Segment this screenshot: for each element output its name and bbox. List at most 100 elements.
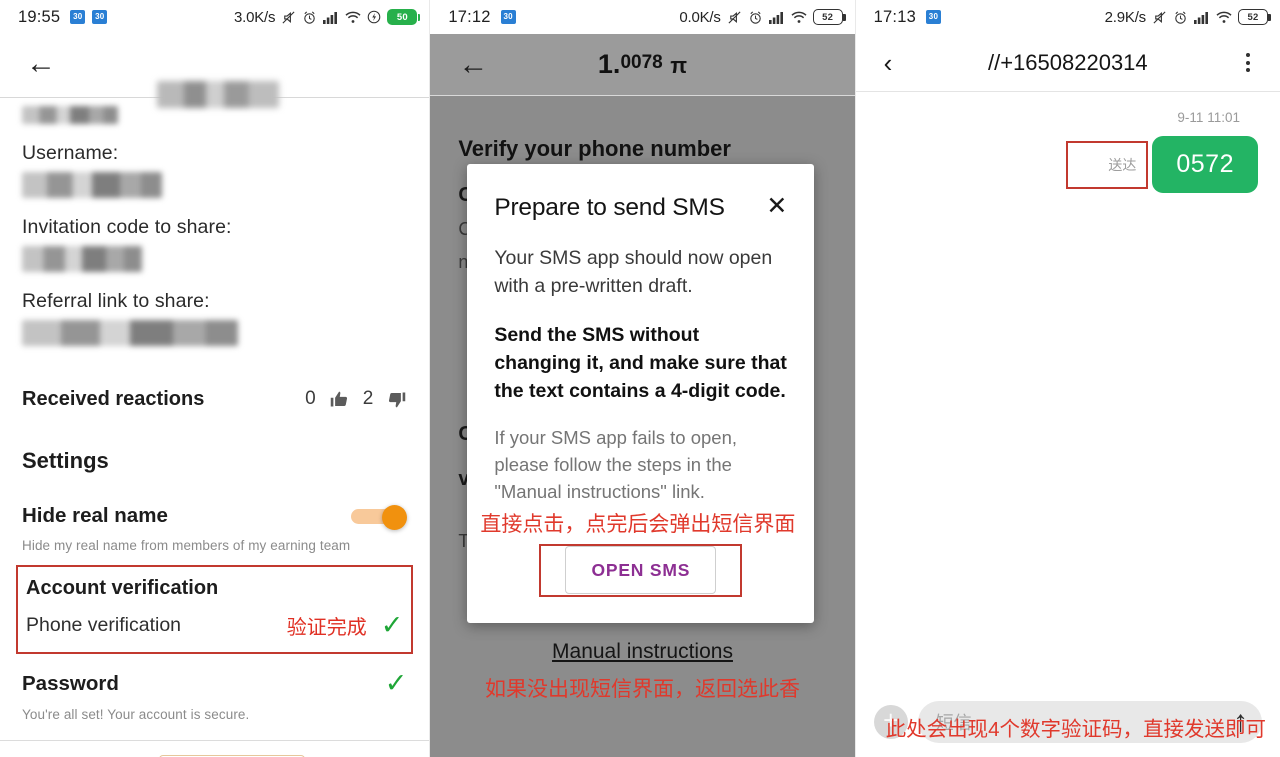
- reaction-counters: 0 2: [305, 388, 407, 410]
- notification-badge-icon: 30: [925, 10, 941, 24]
- status-time: 19:55: [18, 7, 61, 26]
- dialog-paragraph-2: Send the SMS without changing it, and ma…: [494, 323, 787, 403]
- hide-real-name-toggle[interactable]: [351, 505, 408, 530]
- field-value-redacted: [22, 172, 162, 198]
- check-icon: ✓: [384, 668, 408, 698]
- message-timestamp: 9-11 11:01: [1177, 110, 1240, 125]
- status-notification-badges: 30: [500, 10, 516, 24]
- subtitle-redacted: [22, 106, 118, 124]
- manual-instructions-link[interactable]: Manual instructions: [430, 640, 854, 664]
- check-icon: ✓: [380, 610, 404, 640]
- password-hint: You're all set! Your account is secure.: [22, 707, 250, 722]
- status-bar-middle: 17:12 30 0.0K/s 52: [430, 0, 854, 34]
- setting-password[interactable]: Password ✓: [22, 670, 407, 697]
- received-reactions-row: Received reactions 0 2: [22, 382, 407, 416]
- thumbs-down-icon: [389, 392, 406, 407]
- field-value-redacted: [22, 320, 238, 346]
- alarm-icon: [748, 10, 763, 25]
- signal-icon: [768, 11, 785, 24]
- like-count: 0: [305, 388, 316, 409]
- alarm-icon: [1173, 10, 1188, 25]
- field-label: Invitation code to share:: [22, 216, 232, 238]
- phone-verification-label: Phone verification: [26, 614, 182, 636]
- balance-integer: 1.: [597, 49, 621, 79]
- dialog-actions: OPEN SMS: [494, 543, 787, 597]
- status-icons: 3.0K/s 50: [234, 8, 421, 26]
- field-referral-link: Referral link to share:: [22, 290, 407, 346]
- alarm-icon: [302, 10, 317, 25]
- app-bar-left: ←: [0, 34, 429, 108]
- setting-hide-real-name[interactable]: Hide real name: [22, 504, 408, 530]
- dialog-header: Prepare to send SMS ✕: [494, 194, 787, 222]
- settings-heading: Settings: [22, 448, 109, 473]
- annotation-click-directly: 直接点击，点完后会弹出短信界面: [480, 512, 796, 536]
- field-value-redacted: [22, 246, 142, 272]
- back-icon[interactable]: ←: [26, 49, 56, 79]
- balance-title: 1.0078 π: [430, 49, 854, 80]
- three-panel-screenshot: 19:55 30 30 3.0K/s 50 ← Username: Invita…: [0, 0, 1280, 757]
- battery-indicator: 50: [387, 9, 421, 25]
- status-icons: 2.9K/s 52: [1104, 8, 1271, 26]
- wifi-icon: [1216, 11, 1232, 24]
- status-notification-badges: 30 30: [70, 10, 108, 24]
- dialog-paragraph-3: If your SMS app fails to open, please fo…: [494, 427, 738, 502]
- close-icon[interactable]: ✕: [766, 194, 787, 219]
- page-title-redacted: [157, 81, 279, 108]
- conversation-title: //+16508220314: [987, 49, 1148, 75]
- annotation-fallback: 如果没出现短信界面，返回选此香: [484, 678, 800, 701]
- dialog-title: Prepare to send SMS: [494, 194, 725, 221]
- mute-icon: [281, 10, 296, 25]
- delivery-status: 送达: [1108, 156, 1137, 173]
- app-bar-right: ‹ //+16508220314: [855, 34, 1280, 92]
- message-row: 送达 0572: [878, 136, 1258, 193]
- dislike-count: 2: [362, 388, 374, 409]
- mute-icon: [1152, 10, 1167, 25]
- notification-badge-icon: 30: [92, 10, 108, 24]
- footer-left: 币圈子 SIGN OUT: [0, 741, 429, 757]
- toggle-knob: [382, 505, 408, 530]
- message-thread: 9-11 11:01 送达 0572: [856, 92, 1280, 193]
- pi-unit: π: [670, 53, 688, 78]
- battery-indicator: 52: [812, 9, 846, 25]
- signal-icon: [1193, 11, 1210, 24]
- status-bar-left: 19:55 30 30 3.0K/s 50: [0, 0, 429, 34]
- network-speed: 3.0K/s: [234, 8, 276, 26]
- annotation-code-here: 此处会出现4个数字验证码，直接发送即可: [885, 718, 1267, 742]
- watermark-logo-icon: [6, 749, 74, 757]
- open-sms-highlight-box: OPEN SMS: [539, 543, 743, 597]
- status-bar-right: 17:13 30 2.9K/s 52: [856, 0, 1280, 34]
- field-label: Referral link to share:: [22, 290, 210, 312]
- setting-label: Hide real name: [22, 504, 168, 527]
- field-invitation-code: Invitation code to share:: [22, 216, 407, 272]
- field-label: Username:: [22, 142, 119, 164]
- verify-heading: Verify your phone number: [458, 136, 731, 161]
- mute-icon: [727, 10, 742, 25]
- notification-badge-icon: 30: [70, 10, 86, 24]
- message-bubble-outgoing[interactable]: 0572: [1152, 136, 1258, 193]
- profile-body: Username: Invitation code to share: Refe…: [0, 106, 429, 722]
- delivery-status-highlight-box: 送达: [1066, 140, 1149, 189]
- battery-indicator: 52: [1237, 9, 1271, 25]
- charging-icon: [367, 10, 381, 24]
- wifi-icon: [345, 11, 361, 24]
- account-verification-highlight-box[interactable]: Account verification Phone verification …: [16, 565, 414, 654]
- status-icons: 0.0K/s 52: [679, 8, 846, 26]
- annotation-verification-done: 验证完成: [286, 617, 367, 639]
- app-bar-middle: ← 1.0078 π: [430, 34, 855, 96]
- balance-decimals: 0078: [620, 52, 663, 73]
- open-sms-button[interactable]: OPEN SMS: [565, 545, 717, 594]
- thumbs-up-icon: [330, 391, 347, 406]
- panel-sms-thread: 17:13 30 2.9K/s 52 ‹ //+16508220314 9-11…: [855, 0, 1280, 757]
- phone-verification-row[interactable]: Phone verification 验证完成 ✓: [26, 611, 403, 640]
- received-reactions-label: Received reactions: [22, 387, 205, 410]
- signal-icon: [323, 11, 339, 24]
- status-time: 17:13: [873, 7, 916, 26]
- setting-hint: Hide my real name from members of my ear…: [22, 538, 351, 553]
- field-username: Username:: [22, 142, 407, 198]
- network-speed: 2.9K/s: [1104, 8, 1147, 26]
- account-verification-title: Account verification: [26, 577, 219, 599]
- panel-verify-phone: 17:12 30 0.0K/s 52 ← 1.0078 π Verify you…: [430, 0, 855, 757]
- network-speed: 0.0K/s: [679, 8, 721, 26]
- panel-profile-settings: 19:55 30 30 3.0K/s 50 ← Username: Invita…: [0, 0, 430, 757]
- status-notification-badges: 30: [925, 10, 941, 24]
